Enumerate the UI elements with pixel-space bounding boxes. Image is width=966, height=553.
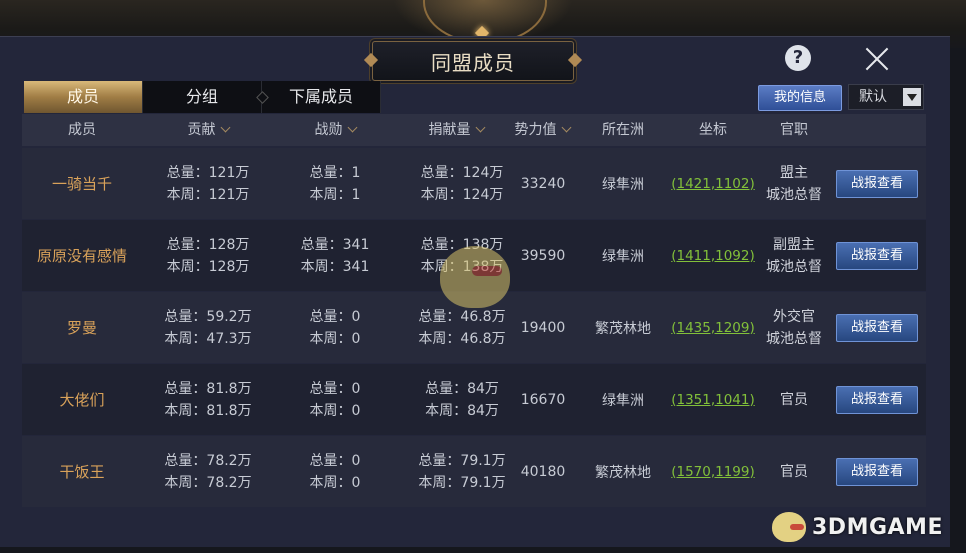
table-row: 干饭王 总量：78.2万 本周：78.2万 总量：0 本周：0 总量：79.1万 本周… [22, 436, 926, 507]
coordinate-link[interactable]: (1570,1199) [671, 464, 755, 480]
merit-total: 总量：0 [309, 308, 361, 325]
contribution-total: 总量：128万 [166, 236, 250, 253]
donation-total: 总量：84万 [425, 380, 499, 397]
merit-week: 本周：0 [309, 330, 361, 347]
donation-week: 本周：84万 [425, 402, 499, 419]
power-value: 40180 [520, 463, 566, 480]
contribution-week: 本周：47.3万 [164, 330, 252, 347]
member-name[interactable]: 原原没有感情 [37, 245, 127, 266]
rank-title: 外交官 [773, 308, 815, 325]
sort-arrow-icon [475, 122, 485, 133]
rank-title-secondary: 城池总督 [766, 186, 822, 203]
coordinate-link[interactable]: (1411,1092) [671, 248, 755, 264]
donation-week: 本周：124万 [420, 186, 504, 203]
merit-week: 本周：1 [309, 186, 361, 203]
mascot-watermark-icon [432, 236, 522, 316]
region-name: 绿隼洲 [602, 392, 644, 409]
sort-arrow-icon [347, 122, 357, 133]
coordinate-link[interactable]: (1435,1209) [671, 320, 755, 336]
power-value: 16670 [520, 391, 566, 408]
member-name[interactable]: 大佬们 [59, 389, 104, 410]
power-value: 19400 [520, 319, 566, 336]
member-name[interactable]: 干饭王 [59, 461, 104, 482]
coordinate-link[interactable]: (1351,1041) [671, 392, 755, 408]
rank-title: 盟主 [780, 164, 808, 181]
member-name[interactable]: 一骑当千 [52, 173, 112, 194]
site-watermark: 3DMGAME [772, 507, 943, 547]
contribution-week: 本周：78.2万 [164, 474, 252, 491]
tab-members[interactable]: 成员 [24, 81, 143, 113]
merit-total: 总量：341 [300, 236, 370, 253]
contribution-total: 总量：78.2万 [164, 452, 252, 469]
header-contribution[interactable]: 贡献 [142, 114, 274, 146]
contribution-total: 总量：121万 [166, 164, 250, 181]
view-battle-report-button[interactable]: 战报查看 [836, 314, 918, 342]
sort-dropdown-value: 默认 [859, 89, 887, 105]
tab-subordinates[interactable]: 下属成员 [256, 81, 381, 113]
region-name: 绿隼洲 [602, 176, 644, 193]
tab-subordinates-label: 下属成员 [288, 87, 353, 106]
table-row: 一骑当千 总量：121万 本周：121万 总量：1 本周：1 总量：124万 本周：1… [22, 148, 926, 219]
table-row: 大佬们 总量：81.8万 本周：81.8万 总量：0 本周：0 总量：84万 本周：8… [22, 364, 926, 435]
header-member: 成员 [68, 122, 96, 138]
coordinate-link[interactable]: (1421,1102) [671, 176, 755, 192]
power-value: 39590 [520, 247, 566, 264]
close-icon[interactable] [862, 44, 892, 74]
merit-week: 本周：0 [309, 402, 361, 419]
my-info-button[interactable]: 我的信息 [758, 85, 842, 111]
mascot-mouth [472, 266, 502, 276]
contribution-total: 总量：81.8万 [164, 380, 252, 397]
merit-week: 本周：0 [309, 474, 361, 491]
header-power[interactable]: 势力值 [502, 114, 582, 146]
view-battle-report-button[interactable]: 战报查看 [836, 170, 918, 198]
merit-week: 本周：341 [300, 258, 370, 275]
rank-title-secondary: 城池总督 [766, 258, 822, 275]
member-name[interactable]: 罗曼 [67, 317, 97, 338]
sort-arrow-icon [561, 122, 571, 133]
region-name: 繁茂林地 [595, 320, 651, 337]
rank-title-secondary: 城池总督 [766, 330, 822, 347]
contribution-week: 本周：121万 [166, 186, 250, 203]
header-region: 所在洲 [602, 122, 644, 138]
watermark-text: 3DMGAME [812, 514, 943, 540]
tab-groups-label: 分组 [185, 87, 218, 106]
contribution-week: 本周：81.8万 [164, 402, 252, 419]
rank-title: 官员 [780, 391, 808, 408]
mascot-body [440, 246, 510, 308]
donation-total: 总量：79.1万 [418, 452, 506, 469]
table-header: 成员 贡献 战勋 捐献量 势力值 所在洲 坐标 官职 [22, 114, 926, 146]
watermark-logo-icon [772, 512, 806, 542]
header-coordinate: 坐标 [699, 122, 727, 138]
header-donation[interactable]: 捐献量 [396, 114, 516, 146]
merit-total: 总量：0 [309, 380, 361, 397]
help-icon[interactable]: ? [785, 45, 811, 71]
view-battle-report-button[interactable]: 战报查看 [836, 242, 918, 270]
merit-total: 总量：0 [309, 452, 361, 469]
merit-total: 总量：1 [309, 164, 361, 181]
tab-bar: 成员 分组 下属成员 [24, 81, 381, 113]
sort-arrow-icon [220, 122, 230, 133]
header-rank: 官职 [780, 122, 808, 138]
region-name: 绿隼洲 [602, 248, 644, 265]
tab-groups[interactable]: 分组 [143, 81, 262, 113]
donation-week: 本周：79.1万 [418, 474, 506, 491]
rank-title: 官员 [780, 463, 808, 480]
view-battle-report-button[interactable]: 战报查看 [836, 386, 918, 414]
contribution-total: 总量：59.2万 [164, 308, 252, 325]
donation-week: 本周：46.8万 [418, 330, 506, 347]
power-value: 33240 [520, 175, 566, 192]
window-title: 同盟成员 [372, 41, 574, 81]
region-name: 繁茂林地 [595, 464, 651, 481]
contribution-week: 本周：128万 [166, 258, 250, 275]
chevron-down-icon[interactable] [903, 88, 921, 106]
rank-title: 副盟主 [773, 236, 815, 253]
donation-total: 总量：124万 [420, 164, 504, 181]
sort-dropdown[interactable]: 默认 [848, 84, 924, 110]
header-merit[interactable]: 战勋 [274, 114, 396, 146]
view-battle-report-button[interactable]: 战报查看 [836, 458, 918, 486]
